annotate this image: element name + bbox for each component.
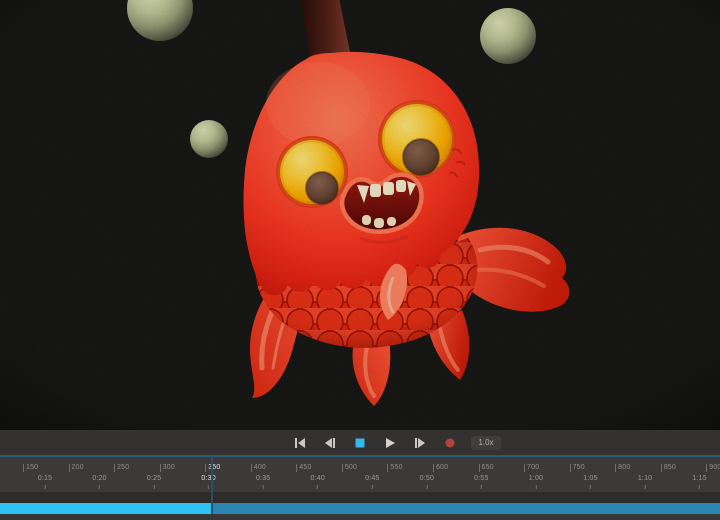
step-forward-button[interactable]	[411, 435, 429, 451]
time-tick-label: 0:15	[38, 475, 52, 489]
scrubber-bar[interactable]	[0, 503, 720, 514]
play-button[interactable]	[381, 435, 399, 451]
time-tick-label: 1:05	[583, 475, 597, 489]
time-tick-label: 0:35	[256, 475, 270, 489]
transport-bar: 1.0x	[0, 430, 720, 455]
bottom-strip	[0, 514, 720, 520]
time-tick-label: 0:25	[147, 475, 161, 489]
vignette-overlay	[0, 0, 720, 430]
frame-tick-label: 900	[706, 464, 720, 472]
frame-tick-label: 600	[433, 464, 448, 472]
record-button[interactable]	[441, 435, 459, 451]
time-tick-label: 0:30	[201, 475, 215, 489]
frame-tick-label: 750	[570, 464, 585, 472]
frame-tick-label: 300	[160, 464, 175, 472]
frame-tick-label: 150	[23, 464, 38, 472]
frame-tick-label: 400	[251, 464, 266, 472]
timeline-ruler[interactable]: 1502002503003504004505005506006507007508…	[0, 457, 720, 492]
step-back-button[interactable]	[321, 435, 339, 451]
frame-tick-label: 700	[524, 464, 539, 472]
play-icon	[385, 438, 395, 448]
scrubber-progress	[0, 503, 212, 514]
time-tick-label: 0:20	[92, 475, 106, 489]
frame-tick-label: 850	[661, 464, 676, 472]
time-tick-label: 0:40	[311, 475, 325, 489]
time-tick-label: 1:15	[692, 475, 706, 489]
frame-tick-label: 250	[114, 464, 129, 472]
playback-speed-button[interactable]: 1.0x	[471, 436, 500, 450]
frame-back-icon	[324, 438, 336, 448]
fish-artwork	[0, 0, 720, 430]
go-to-start-button[interactable]	[291, 435, 309, 451]
time-tick-label: 0:45	[365, 475, 379, 489]
stop-icon	[355, 438, 365, 448]
animation-canvas	[0, 0, 720, 430]
time-tick-label: 1:10	[638, 475, 652, 489]
frame-tick-label: 650	[479, 464, 494, 472]
time-tick-label: 1:00	[529, 475, 543, 489]
frame-tick-label: 800	[615, 464, 630, 472]
animation-editor-window: 1.0x 15020025030035040045050055060065070…	[0, 0, 720, 520]
record-icon	[445, 438, 455, 448]
skip-back-icon	[294, 438, 306, 448]
frame-tick-label: 500	[342, 464, 357, 472]
playhead-line[interactable]	[211, 457, 213, 514]
time-tick-label: 0:50	[420, 475, 434, 489]
frame-tick-label: 450	[296, 464, 311, 472]
frame-tick-label: 200	[69, 464, 84, 472]
frame-tick-label: 550	[387, 464, 402, 472]
frame-forward-icon	[414, 438, 426, 448]
playback-controls: 1.0x	[291, 435, 500, 451]
stop-button[interactable]	[351, 435, 369, 451]
timeline-track-strip	[0, 492, 720, 503]
time-tick-label: 0:55	[474, 475, 488, 489]
